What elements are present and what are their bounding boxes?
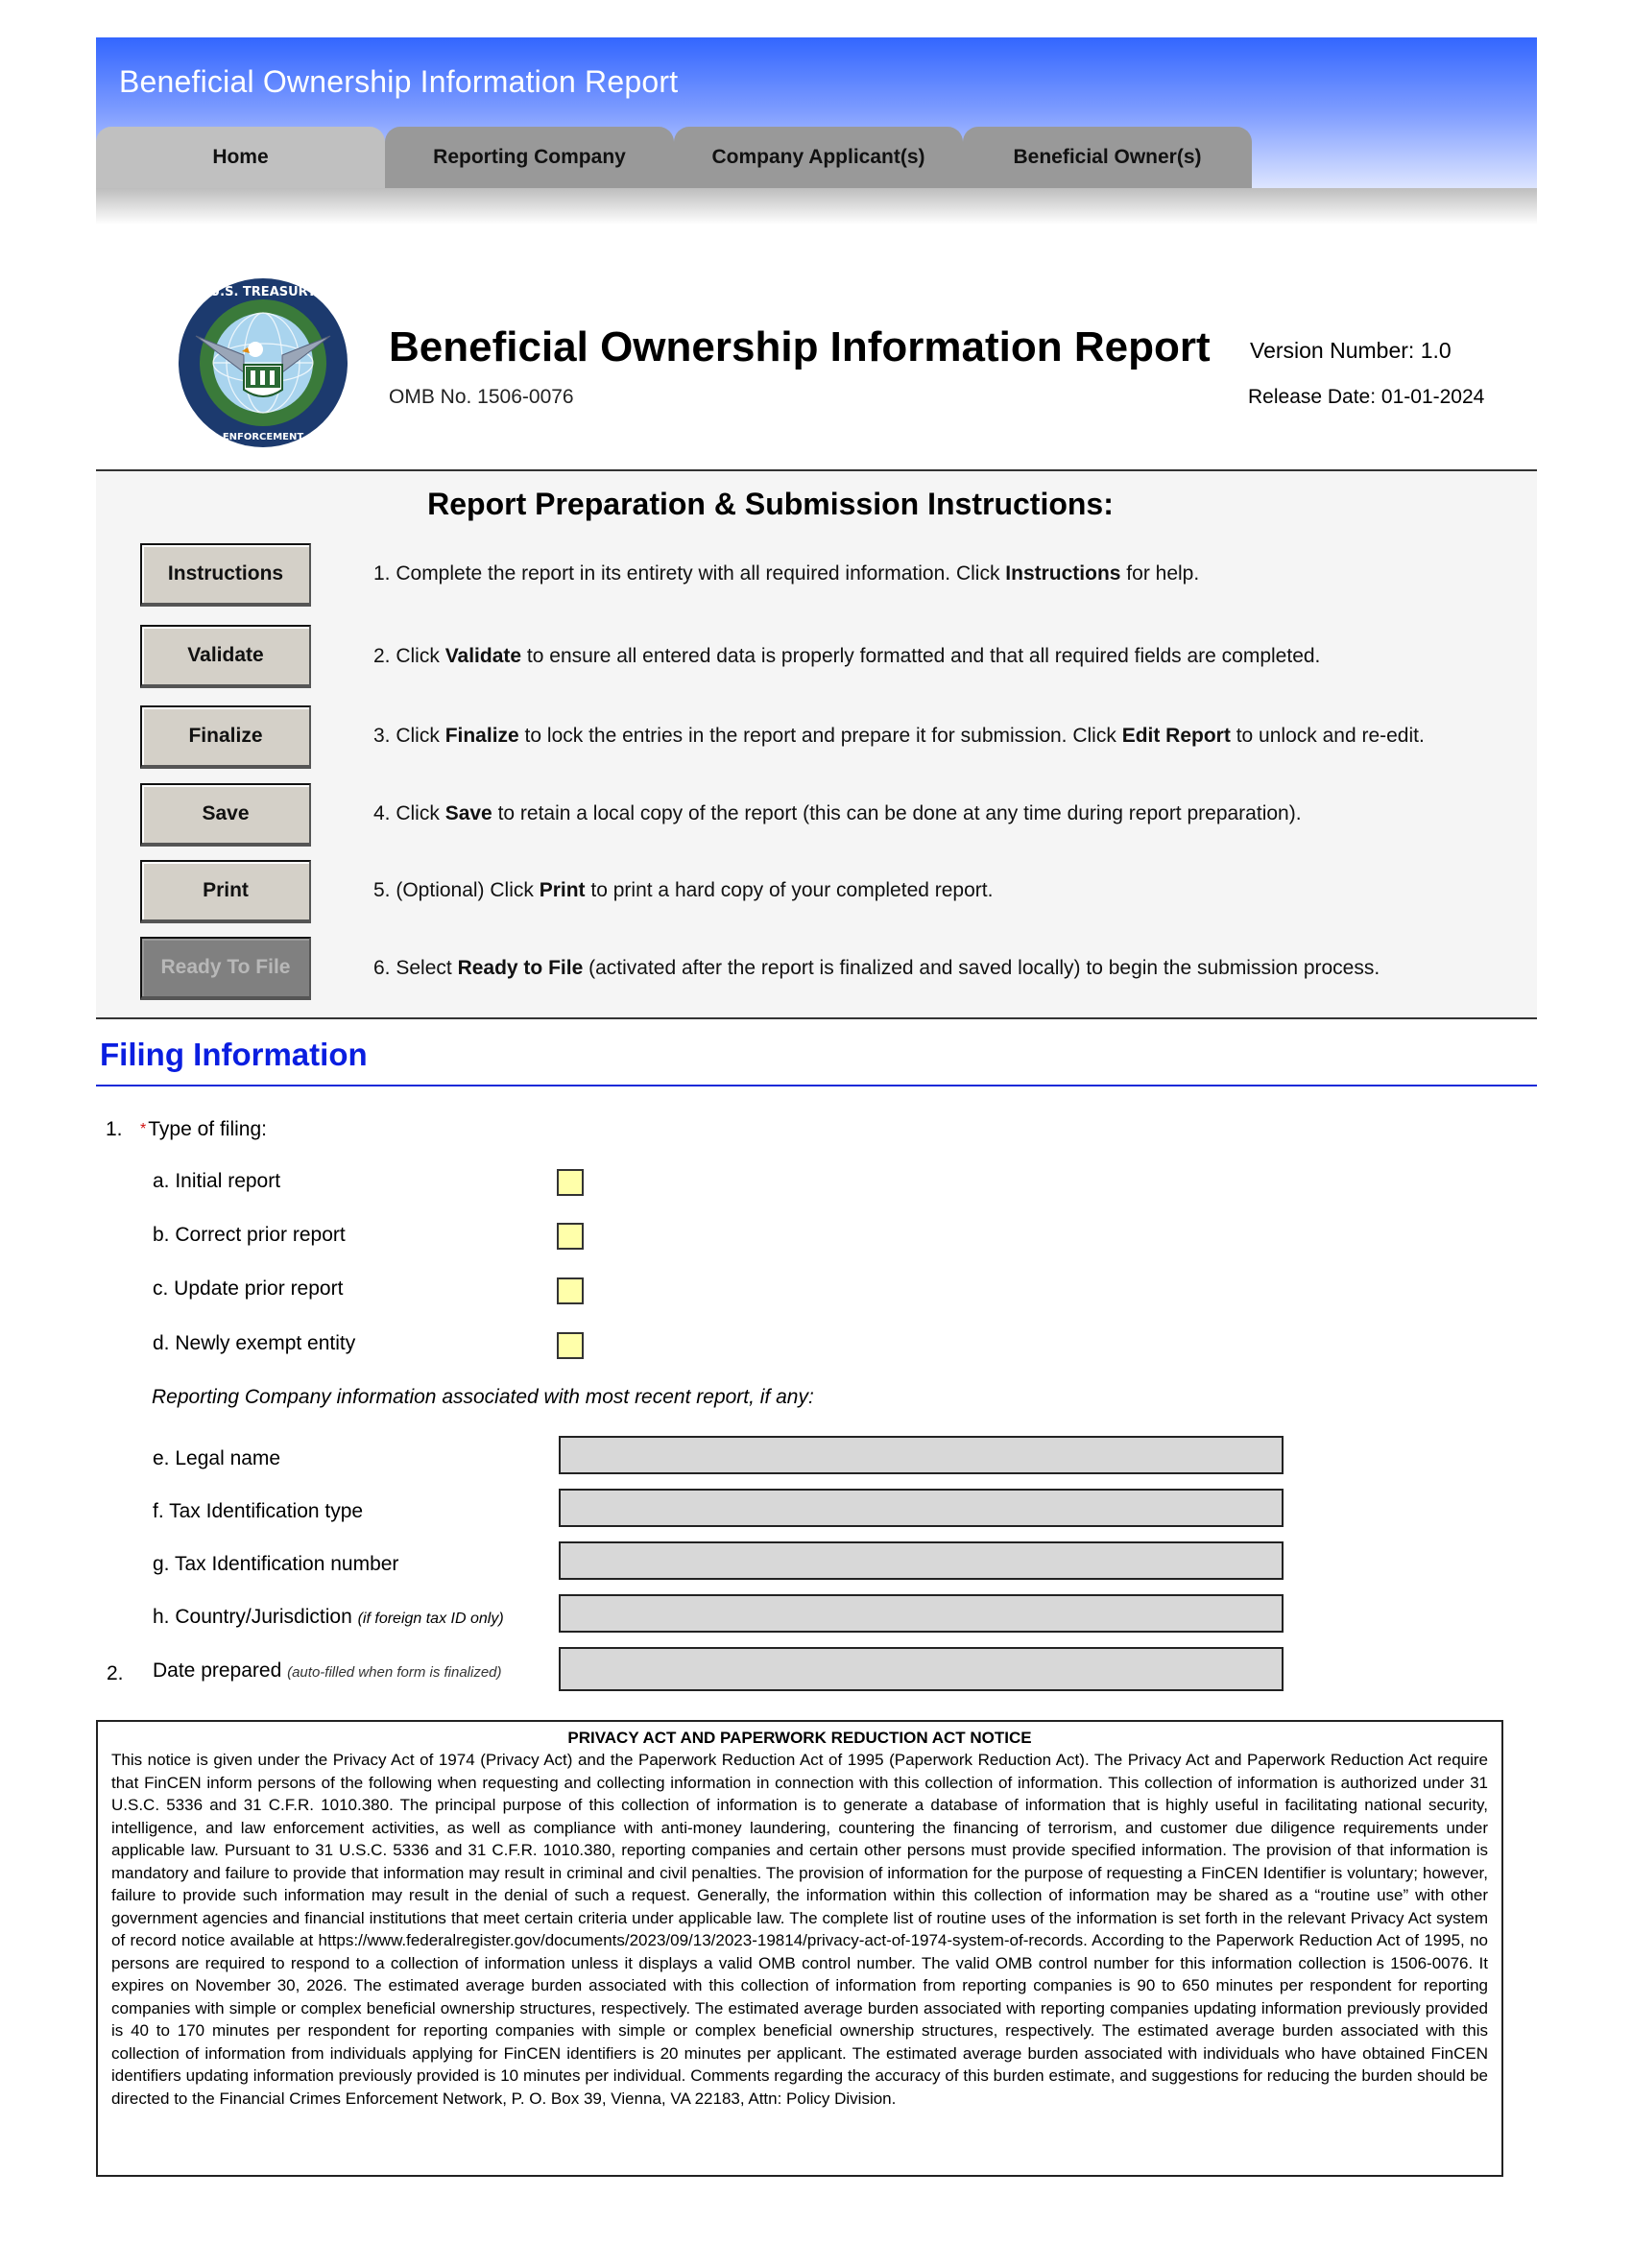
svg-text:ENFORCEMENT: ENFORCEMENT bbox=[223, 432, 304, 442]
release-date: Release Date: 01-01-2024 bbox=[1248, 386, 1485, 408]
omb-number: OMB No. 1506-0076 bbox=[389, 386, 574, 408]
step-text: 3. Click bbox=[373, 725, 445, 747]
validate-button[interactable]: Validate bbox=[140, 625, 311, 688]
save-button[interactable]: Save bbox=[140, 783, 311, 847]
step-text: 6. Select bbox=[373, 957, 458, 979]
instructions-button[interactable]: Instructions bbox=[140, 543, 311, 607]
tax-id-number-input[interactable] bbox=[559, 1541, 1284, 1580]
step-text: to print a hard copy of your completed r… bbox=[585, 879, 994, 901]
step-text: to unlock and re-edit. bbox=[1230, 725, 1425, 747]
step-keyword: Validate bbox=[444, 645, 522, 667]
instruction-step-6: 6. Select Ready to File (activated after… bbox=[373, 957, 1380, 980]
prior-report-subheading: Reporting Company information associated… bbox=[152, 1386, 814, 1408]
version-number: Version Number: 1.0 bbox=[1250, 338, 1452, 363]
field-note: (auto-filled when form is finalized) bbox=[287, 1664, 502, 1681]
country-jurisdiction-label: h. Country/Jurisdiction (if foreign tax … bbox=[153, 1606, 504, 1629]
finalize-button[interactable]: Finalize bbox=[140, 705, 311, 769]
tax-id-type-label: f. Tax Identification type bbox=[153, 1500, 364, 1522]
newly-exempt-entity-checkbox[interactable] bbox=[557, 1332, 584, 1359]
step-keyword: Save bbox=[444, 802, 492, 824]
step-keyword: Finalize bbox=[444, 725, 519, 747]
country-jurisdiction-input[interactable] bbox=[559, 1594, 1284, 1633]
step-keyword: Instructions bbox=[1005, 562, 1121, 585]
main-tabs: Home Reporting Company Company Applicant… bbox=[96, 127, 1252, 188]
app-title: Beneficial Ownership Information Report bbox=[119, 64, 679, 99]
ready-to-file-button[interactable]: Ready To File bbox=[140, 937, 311, 1000]
step-keyword: Print bbox=[539, 879, 586, 901]
instruction-step-3: 3. Click Finalize to lock the entries in… bbox=[373, 725, 1425, 748]
tax-id-number-label: g. Tax Identification number bbox=[153, 1553, 399, 1575]
instruction-step-5: 5. (Optional) Click Print to print a har… bbox=[373, 879, 993, 902]
question-1-number: 1. bbox=[106, 1118, 123, 1140]
instruction-step-4: 4. Click Save to retain a local copy of … bbox=[373, 802, 1302, 825]
step-text: (activated after the report is finalized… bbox=[583, 957, 1380, 979]
field-note: (if foreign tax ID only) bbox=[357, 1611, 504, 1627]
notice-title: PRIVACY ACT AND PAPERWORK REDUCTION ACT … bbox=[567, 1729, 1032, 1747]
instruction-step-1: 1. Complete the report in its entirety w… bbox=[373, 562, 1199, 585]
tab-reporting-company[interactable]: Reporting Company bbox=[385, 127, 674, 188]
step-text: 2. Click bbox=[373, 645, 445, 667]
step-text: 4. Click bbox=[373, 802, 445, 824]
step-text: to ensure all entered data is properly f… bbox=[521, 645, 1321, 667]
tab-company-applicants[interactable]: Company Applicant(s) bbox=[674, 127, 963, 188]
filing-information-heading: Filing Information bbox=[100, 1037, 368, 1072]
correct-prior-report-checkbox[interactable] bbox=[557, 1223, 584, 1250]
initial-report-label: a. Initial report bbox=[153, 1170, 281, 1192]
notice-body: This notice is given under the Privacy A… bbox=[111, 1751, 1488, 2108]
banner-shadow bbox=[96, 188, 1537, 225]
field-label: h. Country/Jurisdiction bbox=[153, 1606, 358, 1628]
date-prepared-label: Date prepared (auto-filled when form is … bbox=[153, 1659, 502, 1683]
question-label: Type of filing: bbox=[148, 1118, 267, 1140]
step-text: for help. bbox=[1120, 562, 1200, 585]
field-label: Date prepared bbox=[153, 1659, 288, 1682]
step-text: to retain a local copy of the report (th… bbox=[492, 802, 1302, 824]
svg-text:U.S. TREASURY: U.S. TREASURY bbox=[210, 285, 317, 299]
type-of-filing-label: *Type of filing: bbox=[140, 1118, 267, 1141]
legal-name-label: e. Legal name bbox=[153, 1447, 281, 1469]
update-prior-report-checkbox[interactable] bbox=[557, 1277, 584, 1304]
section-divider bbox=[96, 1085, 1537, 1086]
update-prior-report-label: c. Update prior report bbox=[153, 1277, 344, 1300]
step-text: to lock the entries in the report and pr… bbox=[518, 725, 1122, 747]
date-prepared-input[interactable] bbox=[559, 1647, 1284, 1691]
privacy-act-notice: PRIVACY ACT AND PAPERWORK REDUCTION ACT … bbox=[96, 1720, 1503, 2177]
step-keyword: Ready to File bbox=[457, 957, 584, 979]
question-2-number: 2. bbox=[107, 1662, 124, 1684]
fincen-seal-logo: U.S. TREASURY ENFORCEMENT bbox=[179, 278, 348, 447]
instructions-panel: Report Preparation & Submission Instruct… bbox=[96, 469, 1537, 1019]
instruction-step-2: 2. Click Validate to ensure all entered … bbox=[373, 645, 1320, 668]
newly-exempt-entity-label: d. Newly exempt entity bbox=[153, 1332, 356, 1354]
initial-report-checkbox[interactable] bbox=[557, 1169, 584, 1196]
legal-name-input[interactable] bbox=[559, 1436, 1284, 1474]
step-text: 5. (Optional) Click bbox=[373, 879, 540, 901]
tax-id-type-input[interactable] bbox=[559, 1489, 1284, 1527]
tab-home[interactable]: Home bbox=[96, 127, 385, 188]
tab-beneficial-owners[interactable]: Beneficial Owner(s) bbox=[963, 127, 1252, 188]
required-asterisk-icon: * bbox=[140, 1121, 147, 1137]
step-keyword: Edit Report bbox=[1121, 725, 1231, 747]
step-text: 1. Complete the report in its entirety w… bbox=[373, 562, 1006, 585]
print-button[interactable]: Print bbox=[140, 860, 311, 923]
document-title: Beneficial Ownership Information Report bbox=[389, 323, 1211, 370]
correct-prior-report-label: b. Correct prior report bbox=[153, 1224, 346, 1246]
instructions-title: Report Preparation & Submission Instruct… bbox=[427, 487, 1114, 521]
